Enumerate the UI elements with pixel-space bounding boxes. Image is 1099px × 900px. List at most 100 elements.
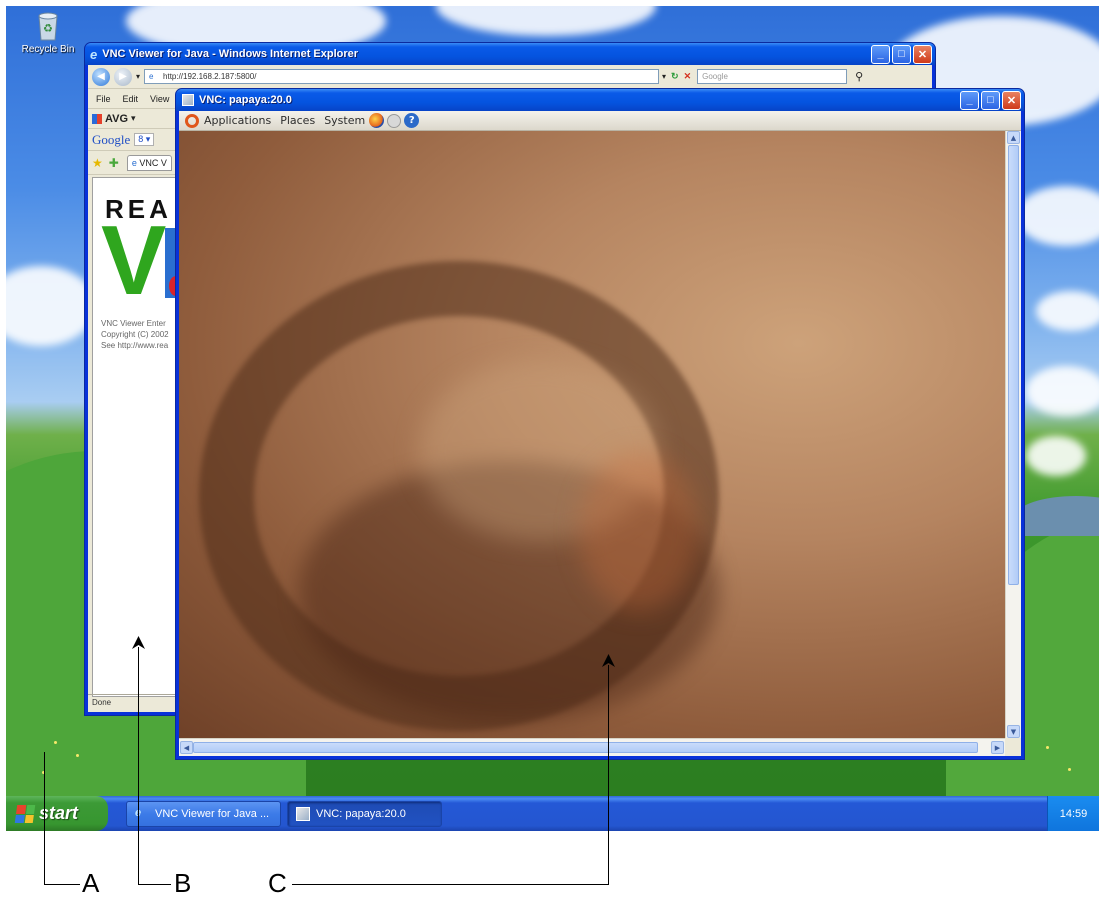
avg-dropdown-icon[interactable]: ▾ — [131, 113, 136, 124]
help-icon[interactable]: ? — [404, 113, 420, 128]
cloud — [1016, 186, 1099, 246]
info-text: VNC Viewer Enter Copyright (C) 2002 See … — [101, 318, 169, 351]
search-placeholder: Google — [702, 72, 728, 81]
screenshot-stage: ♻ Recycle Bin e VNC Viewer for Java - Wi… — [0, 0, 1099, 900]
refresh-icon[interactable]: ↻ — [671, 71, 679, 82]
horizontal-scrollbar[interactable]: ◀ ▶ — [179, 738, 1005, 756]
forward-icon[interactable]: ▶ — [114, 67, 132, 86]
vertical-scrollbar[interactable]: ▲ ▼ — [1005, 131, 1021, 738]
callout-a-line — [44, 752, 45, 885]
callout-c-line — [292, 884, 609, 885]
task-ie-label: VNC Viewer for Java ... — [155, 807, 270, 820]
realvnc-logo-v: V — [101, 205, 167, 315]
cloud — [436, 6, 656, 36]
favorites-star-icon[interactable]: ★ — [92, 156, 103, 170]
cloud — [1026, 366, 1099, 416]
close-button[interactable]: ✕ — [913, 44, 932, 64]
tab-vnc-viewer[interactable]: e VNC V — [126, 154, 172, 171]
maximize-button[interactable]: □ — [892, 44, 911, 64]
task-vnc[interactable]: VNC: papaya:20.0 — [287, 800, 442, 827]
task-ie[interactable]: e VNC Viewer for Java ... — [126, 800, 281, 827]
menu-edit[interactable]: Edit — [123, 94, 139, 104]
vnc-window-title: VNC: papaya:20.0 — [199, 94, 292, 106]
info-line: Copyright (C) 2002 — [101, 330, 169, 339]
flower — [1046, 746, 1049, 749]
ie-address-row: ◀ ▶ ▾ e http://192.168.2.187:5800/ ▾ ↻ ✕… — [88, 65, 932, 89]
tab-label: VNC V — [139, 157, 167, 168]
wallpaper-glow — [579, 451, 699, 611]
system-tray[interactable]: 14:59 — [1047, 796, 1099, 831]
menu-system[interactable]: System — [324, 114, 365, 127]
back-icon[interactable]: ◀ — [92, 67, 110, 86]
firefox-icon[interactable] — [369, 113, 385, 128]
scroll-down-icon[interactable]: ▼ — [1007, 725, 1020, 738]
callout-c-label: C — [268, 868, 287, 898]
cloud — [1026, 436, 1086, 476]
taskbar: start e VNC Viewer for Java ... VNC: pap… — [6, 796, 1099, 831]
callout-c-arrow — [602, 654, 615, 667]
recycle-bin[interactable]: ♻ Recycle Bin — [18, 10, 78, 55]
scroll-right-icon[interactable]: ▶ — [991, 741, 1004, 754]
vnc-body: Applications Places System ? ▲ ▼ ◀ ▶ — [179, 111, 1021, 756]
avg-icon — [92, 113, 102, 124]
callout-b-arrow — [132, 636, 145, 649]
menu-places[interactable]: Places — [280, 114, 315, 127]
menu-view[interactable]: View — [150, 94, 169, 104]
info-line[interactable]: See http://www.rea — [101, 340, 169, 351]
recycle-bin-label: Recycle Bin — [21, 44, 75, 55]
history-dropdown-icon[interactable]: ▾ — [136, 72, 140, 81]
scroll-left-icon[interactable]: ◀ — [180, 741, 193, 754]
vnc-title-bar[interactable]: VNC: papaya:20.0 _ □ ✕ — [176, 89, 1024, 111]
cloud — [6, 266, 96, 346]
svg-text:♻: ♻ — [43, 22, 53, 35]
cloud — [1036, 291, 1099, 331]
address-dropdown-icon[interactable]: ▾ — [662, 72, 666, 81]
distant-mountain — [1016, 496, 1099, 536]
search-input[interactable]: Google — [697, 69, 848, 84]
tab-ie-icon: e — [131, 157, 137, 168]
recycle-bin-icon: ♻ — [33, 10, 63, 42]
ubuntu-logo-icon[interactable] — [185, 113, 199, 128]
page-icon: e — [149, 72, 154, 81]
windows-flag-icon — [14, 804, 36, 823]
menu-file[interactable]: File — [96, 94, 111, 104]
vnc-window[interactable]: VNC: papaya:20.0 _ □ ✕ Applications Plac… — [175, 88, 1025, 760]
callout-c-line — [608, 665, 609, 885]
mail-icon[interactable] — [387, 113, 402, 128]
task-vnc-label: VNC: papaya:20.0 — [316, 807, 406, 820]
menu-applications[interactable]: Applications — [204, 114, 271, 127]
minimize-button[interactable]: _ — [960, 90, 979, 110]
scroll-up-icon[interactable]: ▲ — [1007, 131, 1020, 144]
vnc-window-icon — [182, 94, 194, 106]
callout-b-line — [138, 884, 171, 885]
ie-title-bar[interactable]: e VNC Viewer for Java - Windows Internet… — [85, 43, 935, 65]
flower — [76, 754, 79, 757]
close-button[interactable]: ✕ — [1002, 90, 1021, 110]
status-text: Done — [92, 698, 112, 707]
maximize-button[interactable]: □ — [981, 90, 1000, 110]
google-dropdown-icon[interactable]: 8 ▾ — [134, 133, 155, 146]
stop-icon[interactable]: ✕ — [684, 71, 692, 82]
gnome-panel: Applications Places System ? — [179, 111, 1021, 131]
horizontal-scroll-thumb[interactable] — [193, 742, 978, 753]
address-text: http://192.168.2.187:5800/ — [163, 72, 257, 81]
clock[interactable]: 14:59 — [1060, 808, 1088, 820]
callout-b-line — [138, 647, 139, 885]
start-button[interactable]: start — [6, 796, 108, 831]
callout-a-label: A — [82, 868, 100, 898]
remote-desktop[interactable] — [179, 131, 1005, 738]
vnc-icon — [296, 806, 310, 821]
vertical-scroll-thumb[interactable] — [1008, 145, 1019, 585]
info-line: VNC Viewer Enter — [101, 319, 166, 328]
ie-logo-icon: e — [90, 46, 98, 62]
flower — [1068, 768, 1071, 771]
add-favorites-icon[interactable]: ✚ — [109, 156, 119, 170]
ie-window-title: VNC Viewer for Java - Windows Internet E… — [102, 48, 359, 60]
minimize-button[interactable]: _ — [871, 44, 890, 64]
callout-b-label: B — [174, 868, 192, 898]
google-label[interactable]: Google — [92, 132, 130, 148]
search-icon[interactable]: ⚲ — [855, 70, 863, 83]
callout-a-line — [44, 884, 80, 885]
avg-label[interactable]: AVG — [105, 113, 128, 125]
address-bar[interactable]: e http://192.168.2.187:5800/ — [144, 69, 660, 84]
